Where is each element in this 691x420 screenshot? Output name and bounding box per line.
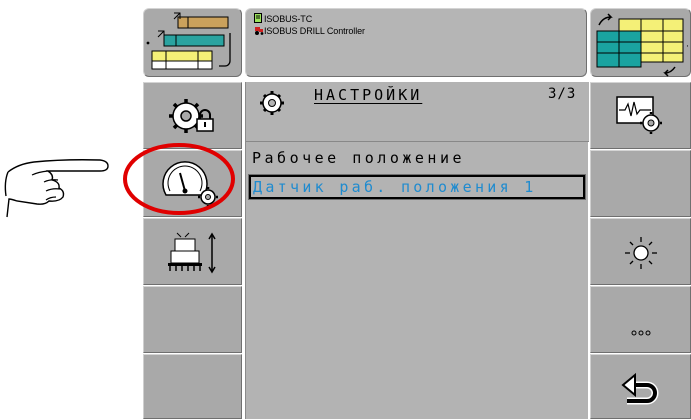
field-plan-icon (146, 12, 231, 70)
field-plan-button[interactable] (143, 8, 242, 77)
header-line-1-text: ISOBUS-TC (264, 14, 313, 24)
header-line-1: ISOBUS-TC (254, 12, 312, 24)
back-button[interactable] (590, 354, 691, 419)
highlight-circle (123, 143, 235, 215)
more-icon (631, 330, 651, 336)
diagnostics-button[interactable] (590, 82, 691, 149)
implement-info-panel: ISOBUS-TC ISOBUS DRILL Controller (245, 8, 587, 77)
header-line-2-text: ISOBUS DRILL Controller (264, 26, 365, 36)
drill-height-button[interactable] (143, 218, 242, 285)
pointing-hand-icon (4, 159, 109, 218)
parameter-label: Рабочее положение (252, 149, 466, 167)
more-button[interactable] (590, 286, 691, 353)
tractor-icon (254, 25, 264, 36)
page-indicator: 3/3 (548, 86, 577, 102)
drill-height-icon (168, 232, 216, 274)
brightness-icon (625, 237, 657, 269)
document-icon (254, 12, 264, 24)
settings-gear-icon (260, 91, 284, 115)
back-icon (621, 372, 659, 405)
settings-panel: НАСТРОЙКИ 3/3 Рабочее положение Датчик р… (245, 82, 589, 419)
parameter-value-field[interactable]: Датчик раб. положения 1 (248, 174, 586, 200)
switch-view-button[interactable]: · (590, 8, 691, 77)
title-divider (246, 141, 589, 142)
left-softkey-5[interactable] (143, 354, 242, 419)
title-bar: НАСТРОЙКИ 3/3 (246, 82, 589, 141)
switch-view-icon: · (596, 13, 689, 77)
settings-lock-button[interactable] (143, 82, 242, 149)
right-softkey-2[interactable] (590, 150, 691, 217)
page-title: НАСТРОЙКИ (314, 86, 423, 104)
left-softkey-4[interactable] (143, 286, 242, 353)
svg-text:·: · (686, 42, 689, 52)
header-line-2: ISOBUS DRILL Controller (254, 25, 365, 36)
brightness-button[interactable] (590, 218, 691, 285)
diagnostics-icon (616, 96, 662, 134)
